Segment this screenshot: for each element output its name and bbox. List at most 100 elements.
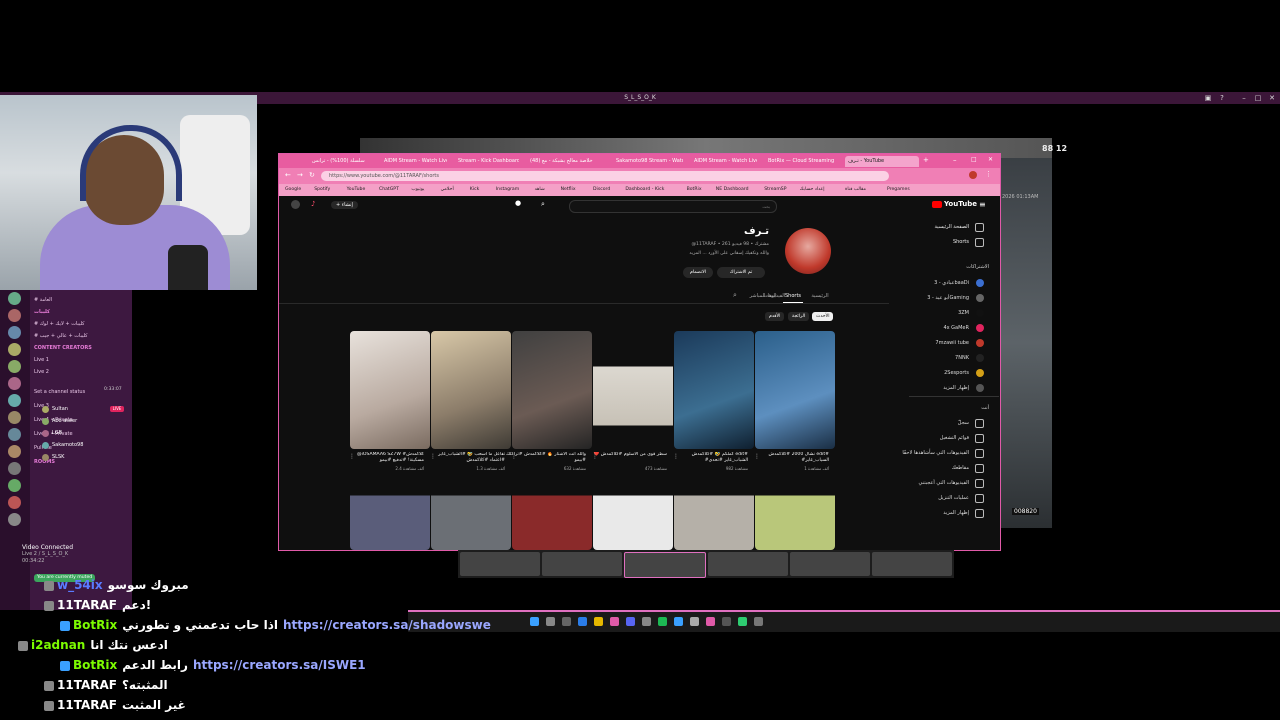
sidebar-you-item[interactable]: سجلّ: [889, 416, 969, 430]
reload-icon[interactable]: ↻: [309, 171, 315, 179]
voice-member[interactable]: Sakamoto98: [52, 441, 83, 449]
short-thumbnail[interactable]: [431, 482, 511, 550]
browser-tab[interactable]: AIDM Stream - Watch Live: [691, 156, 757, 167]
short-thumbnail[interactable]: [512, 482, 592, 550]
window-icon[interactable]: ▣: [1204, 94, 1212, 102]
bookmark-item[interactable]: Instagram: [496, 185, 519, 195]
channel-row[interactable]: Live 1: [34, 356, 49, 364]
server-icon[interactable]: [8, 513, 21, 526]
short-title[interactable]: @iOSAMAA6 SZ7W #كلاكمدش مسكينة! #تدفيع #…: [344, 452, 424, 464]
short-thumbnail[interactable]: [755, 331, 835, 449]
server-icon[interactable]: [8, 292, 21, 305]
browser-tab[interactable]: BotRix — Cloud Streaming: [765, 156, 839, 167]
discord-icon[interactable]: [626, 617, 635, 626]
app-icon[interactable]: [754, 617, 763, 626]
tab-live[interactable]: البث المباشر: [747, 290, 779, 302]
stream-thumbnail[interactable]: [542, 552, 622, 576]
app-icon[interactable]: [578, 617, 587, 626]
sidebar-subscription[interactable]: إظهار المزيد: [889, 381, 969, 395]
channel-row[interactable]: # كليبات + لايك + لوك: [34, 320, 85, 328]
bookmark-item[interactable]: إعداد حسابك: [800, 185, 825, 195]
chat-link[interactable]: https://creators.sa/ISWE1: [193, 658, 366, 672]
sidebar-subscription[interactable]: 2Sesports: [889, 366, 969, 380]
maximize-icon[interactable]: □: [1254, 94, 1262, 102]
bookmark-item[interactable]: Dashboard - Kick: [625, 185, 664, 195]
close-icon[interactable]: ✕: [988, 156, 993, 163]
sidebar-subscription[interactable]: 7mzawii tube: [889, 336, 969, 350]
sidebar-you-item[interactable]: إظهار المزيد: [889, 506, 969, 520]
browser-tab[interactable]: (48) خلاصة معالج بشبكة - مع: [527, 156, 605, 167]
chat-link[interactable]: https://creators.sa/shadowswe: [283, 618, 491, 632]
nav-shorts[interactable]: Shorts: [909, 235, 969, 249]
browser-tab[interactable]: Stream - Kick Dashboard: [455, 156, 519, 167]
sidebar-you-item[interactable]: مقاطعك: [889, 461, 969, 475]
short-thumbnail[interactable]: [350, 331, 430, 449]
chat-username[interactable]: w_54ix: [57, 578, 103, 592]
app-icon[interactable]: [642, 617, 651, 626]
chip-popular[interactable]: الرائجة: [788, 312, 810, 321]
help-icon[interactable]: ?: [1218, 94, 1226, 102]
subscribed-button[interactable]: تم الاشتراك: [717, 267, 765, 278]
short-thumbnail[interactable]: [755, 482, 835, 550]
short-title[interactable]: تفاعل ما اسحب 🤣 #الشباب_غاير #اعتماد #كل…: [425, 452, 505, 464]
search-input[interactable]: بحث: [569, 200, 777, 213]
bookmark-item[interactable]: Spotify: [314, 185, 330, 195]
stream-thumbnail[interactable]: [790, 552, 870, 576]
forward-icon[interactable]: →: [297, 171, 303, 179]
browser-tab[interactable]: Sakamoto98 Stream - Watch: [613, 156, 683, 167]
app-icon[interactable]: [706, 617, 715, 626]
tab-home[interactable]: الرئيسية: [799, 290, 841, 302]
nav-home[interactable]: الصفحة الرئيسية: [909, 220, 970, 234]
server-icon[interactable]: [8, 428, 21, 441]
short-thumbnail[interactable]: [674, 331, 754, 449]
server-icon[interactable]: [8, 377, 21, 390]
bookmark-item[interactable]: Netflix: [561, 185, 576, 195]
spotify-icon[interactable]: [658, 617, 667, 626]
sidebar-you-item[interactable]: قوائم التشغيل: [889, 431, 969, 445]
sidebar-subscription[interactable]: أبو عيد - 3Gaming: [889, 291, 969, 305]
stream-thumbnail[interactable]: [708, 552, 788, 576]
bookmark-item[interactable]: أحلامي: [441, 185, 454, 195]
sidebar-subscription[interactable]: 4x GaMeR: [889, 321, 969, 335]
browser-icon[interactable]: [610, 617, 619, 626]
channel-row[interactable]: Live 2: [34, 368, 49, 376]
sidebar-you-item[interactable]: الفيديوهات التي أعجبتني: [889, 476, 969, 490]
channel-row[interactable]: # كليبات + عالي + جيب: [34, 332, 88, 340]
sidebar-you-item[interactable]: الفيديوهات التي سأشاهدها لاحقًا: [889, 446, 969, 460]
join-button[interactable]: الانضمام: [683, 267, 713, 278]
chat-username[interactable]: 11TARAF: [57, 678, 117, 692]
more-icon[interactable]: ⋮: [592, 453, 598, 460]
folder-icon[interactable]: [594, 617, 603, 626]
bookmark-item[interactable]: StreamSP: [764, 185, 786, 195]
browser-tab[interactable]: سلسلة (100%) - ترانس: [309, 156, 373, 167]
bookmark-item[interactable]: Google: [285, 185, 301, 195]
short-title[interactable]: ❤️ سطر قوي من الأسلوم #كلاكمدش: [587, 452, 667, 464]
menu-icon[interactable]: ⋮: [985, 170, 992, 178]
subscriptions-header[interactable]: الاشتراكات: [919, 264, 989, 270]
new-tab-icon[interactable]: +: [923, 156, 929, 164]
bookmark-item[interactable]: شاهد: [535, 185, 545, 195]
server-icon[interactable]: [8, 343, 21, 356]
server-icon[interactable]: [8, 411, 21, 424]
short-thumbnail[interactable]: [674, 482, 754, 550]
short-thumbnail[interactable]: [593, 331, 673, 449]
short-thumbnail[interactable]: [593, 482, 673, 550]
bookmark-item[interactable]: Kick: [470, 185, 479, 195]
voice-channel[interactable]: Live 2 / S_L_S_O_K: [22, 551, 68, 557]
bookmark-item[interactable]: BotRix: [687, 185, 702, 195]
server-icon[interactable]: [8, 479, 21, 492]
stream-thumbnail[interactable]: [460, 552, 540, 576]
short-title[interactable]: كملكم 🤣 #كلاكمدش edit# #الشباب_غاير #تحد…: [668, 452, 748, 464]
youtube-logo[interactable]: YouTube: [932, 200, 977, 208]
bookmark-item[interactable]: Pregames: [887, 185, 910, 195]
bookmark-item[interactable]: Discord: [593, 185, 610, 195]
short-title[interactable]: نشال 2000 #كلاكمدش edit# #السياب_غاير: [749, 452, 829, 464]
chat-username[interactable]: 11TARAF: [57, 698, 117, 712]
voice-member[interactable]: LGB: [52, 429, 62, 437]
task-view-icon[interactable]: [562, 617, 571, 626]
search-icon[interactable]: ⌕: [733, 291, 737, 300]
back-icon[interactable]: ←: [285, 171, 291, 179]
short-thumbnail[interactable]: [431, 331, 511, 449]
sidebar-subscription[interactable]: 7NNK: [889, 351, 969, 365]
more-icon[interactable]: ⋮: [511, 453, 517, 460]
